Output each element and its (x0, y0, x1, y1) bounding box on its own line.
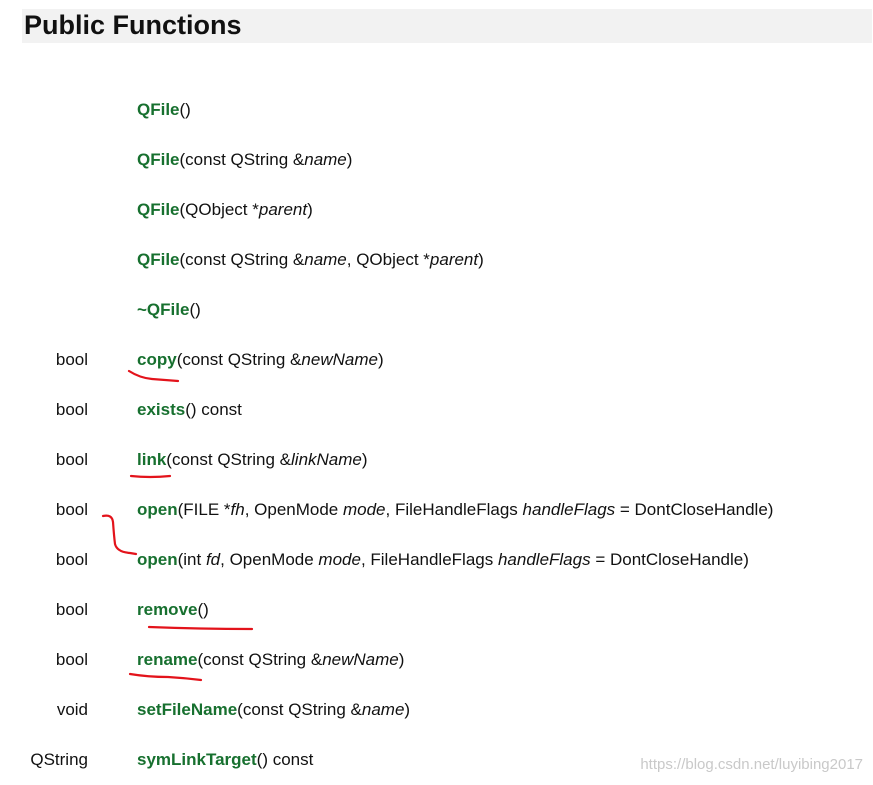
function-row: QFile(const QString &name, QObject *pare… (0, 235, 873, 285)
function-row: QFile(const QString &name) (0, 135, 873, 185)
function-name-link[interactable]: symLinkTarget (137, 750, 257, 769)
section-heading: Public Functions (24, 10, 242, 40)
signature-text: = DontCloseHandle) (590, 550, 749, 569)
signature-text: , FileHandleFlags (360, 550, 498, 569)
signature-text: (const QString & (166, 450, 292, 469)
parameter-name: fd (205, 550, 221, 569)
function-signature: open(FILE *fh, OpenMode mode, FileHandle… (137, 499, 773, 521)
signature-text: () const (185, 400, 242, 419)
parameter-name: newName (322, 650, 399, 669)
signature-text: () const (256, 750, 314, 769)
function-signature: symLinkTarget() const (137, 749, 313, 771)
function-name-link[interactable]: copy (137, 350, 177, 369)
function-row: bool remove() (0, 585, 873, 635)
signature-text: ) (398, 650, 405, 669)
signature-text: ) (307, 200, 313, 219)
function-name-link[interactable]: link (137, 450, 166, 469)
function-row: void setFileName(const QString &name) (0, 685, 873, 735)
return-type: void (56, 700, 88, 719)
return-type: bool (55, 550, 88, 569)
function-name-link[interactable]: QFile (137, 100, 180, 119)
function-list: QFile() QFile(const QString &name) QFile(Q… (0, 85, 873, 785)
function-signature: link(const QString &linkName) (137, 449, 368, 471)
signature-text: ) (346, 150, 353, 169)
function-signature: setFileName(const QString &name) (137, 699, 410, 721)
function-row: bool exists() const (0, 385, 873, 435)
function-signature: QFile(const QString &name) (137, 149, 352, 171)
function-signature: QFile() (137, 99, 191, 121)
function-row: bool open(FILE *fh, OpenMode mode, FileHa… (0, 485, 873, 535)
parameter-name: name (304, 250, 347, 269)
function-name-link[interactable]: QFile (137, 200, 180, 219)
parameter-name: name (304, 150, 347, 169)
signature-text: (const QString & (197, 650, 323, 669)
function-signature: ~QFile() (137, 299, 201, 321)
return-type: bool (55, 400, 88, 419)
signature-text: () (189, 300, 201, 319)
return-type: bool (55, 650, 88, 669)
parameter-name: handleFlags (522, 500, 616, 519)
signature-text: , OpenMode (220, 550, 319, 569)
return-type: bool (55, 450, 88, 469)
function-signature: exists() const (137, 399, 242, 421)
signature-text: , OpenMode (244, 500, 343, 519)
function-name-link[interactable]: open (137, 500, 178, 519)
function-name-link[interactable]: setFileName (137, 700, 237, 719)
signature-text: ) (404, 700, 411, 719)
signature-text: (const QString & (237, 700, 362, 719)
parameter-name: parent (429, 250, 479, 269)
signature-text: () (179, 100, 191, 119)
signature-text: (QObject * (179, 200, 259, 219)
function-name-link[interactable]: rename (137, 650, 197, 669)
signature-text: = DontCloseHandle) (615, 500, 774, 519)
parameter-name: name (361, 700, 405, 719)
parameter-name: mode (318, 550, 361, 569)
function-name-link[interactable]: exists (137, 400, 185, 419)
function-row: bool rename(const QString &newName) (0, 635, 873, 685)
return-type: QString (30, 750, 88, 769)
function-name-link[interactable]: QFile (137, 250, 180, 269)
function-row: bool copy(const QString &newName) (0, 335, 873, 385)
parameter-name: parent (258, 200, 308, 219)
return-type: bool (55, 500, 88, 519)
function-row: ~QFile() (0, 285, 873, 335)
function-name-link[interactable]: remove (137, 600, 197, 619)
function-row: bool open(int fd, OpenMode mode, FileHand… (0, 535, 873, 585)
signature-text: (const QString & (179, 150, 305, 169)
return-type: bool (55, 350, 88, 369)
signature-text: ) (377, 350, 384, 369)
function-signature: QFile(const QString &name, QObject *pare… (137, 249, 484, 271)
function-name-link[interactable]: ~QFile (137, 300, 189, 319)
parameter-name: fh (230, 500, 245, 519)
parameter-name: linkName (291, 450, 362, 469)
function-signature: open(int fd, OpenMode mode, FileHandleFl… (137, 549, 749, 571)
signature-text: , FileHandleFlags (385, 500, 523, 519)
signature-text: (FILE * (177, 500, 231, 519)
function-signature: copy(const QString &newName) (137, 349, 384, 371)
function-signature: QFile(QObject *parent) (137, 199, 313, 221)
function-row: QFile(QObject *parent) (0, 185, 873, 235)
signature-text: , QObject * (346, 250, 430, 269)
function-row: bool link(const QString &linkName) (0, 435, 873, 485)
function-name-link[interactable]: open (137, 550, 178, 569)
signature-text: (const QString & (176, 350, 302, 369)
return-type: bool (55, 600, 88, 619)
watermark: https://blog.csdn.net/luyibing2017 (640, 756, 863, 773)
function-name-link[interactable]: QFile (137, 150, 180, 169)
function-row: QFile() (0, 85, 873, 135)
function-signature: remove() (137, 599, 209, 621)
signature-text: (int (177, 550, 206, 569)
signature-text: ) (478, 250, 484, 269)
parameter-name: handleFlags (497, 550, 591, 569)
signature-text: (const QString & (179, 250, 305, 269)
parameter-name: newName (301, 350, 378, 369)
function-signature: rename(const QString &newName) (137, 649, 404, 671)
signature-text: () (197, 600, 209, 619)
parameter-name: mode (342, 500, 386, 519)
signature-text: ) (361, 450, 368, 469)
